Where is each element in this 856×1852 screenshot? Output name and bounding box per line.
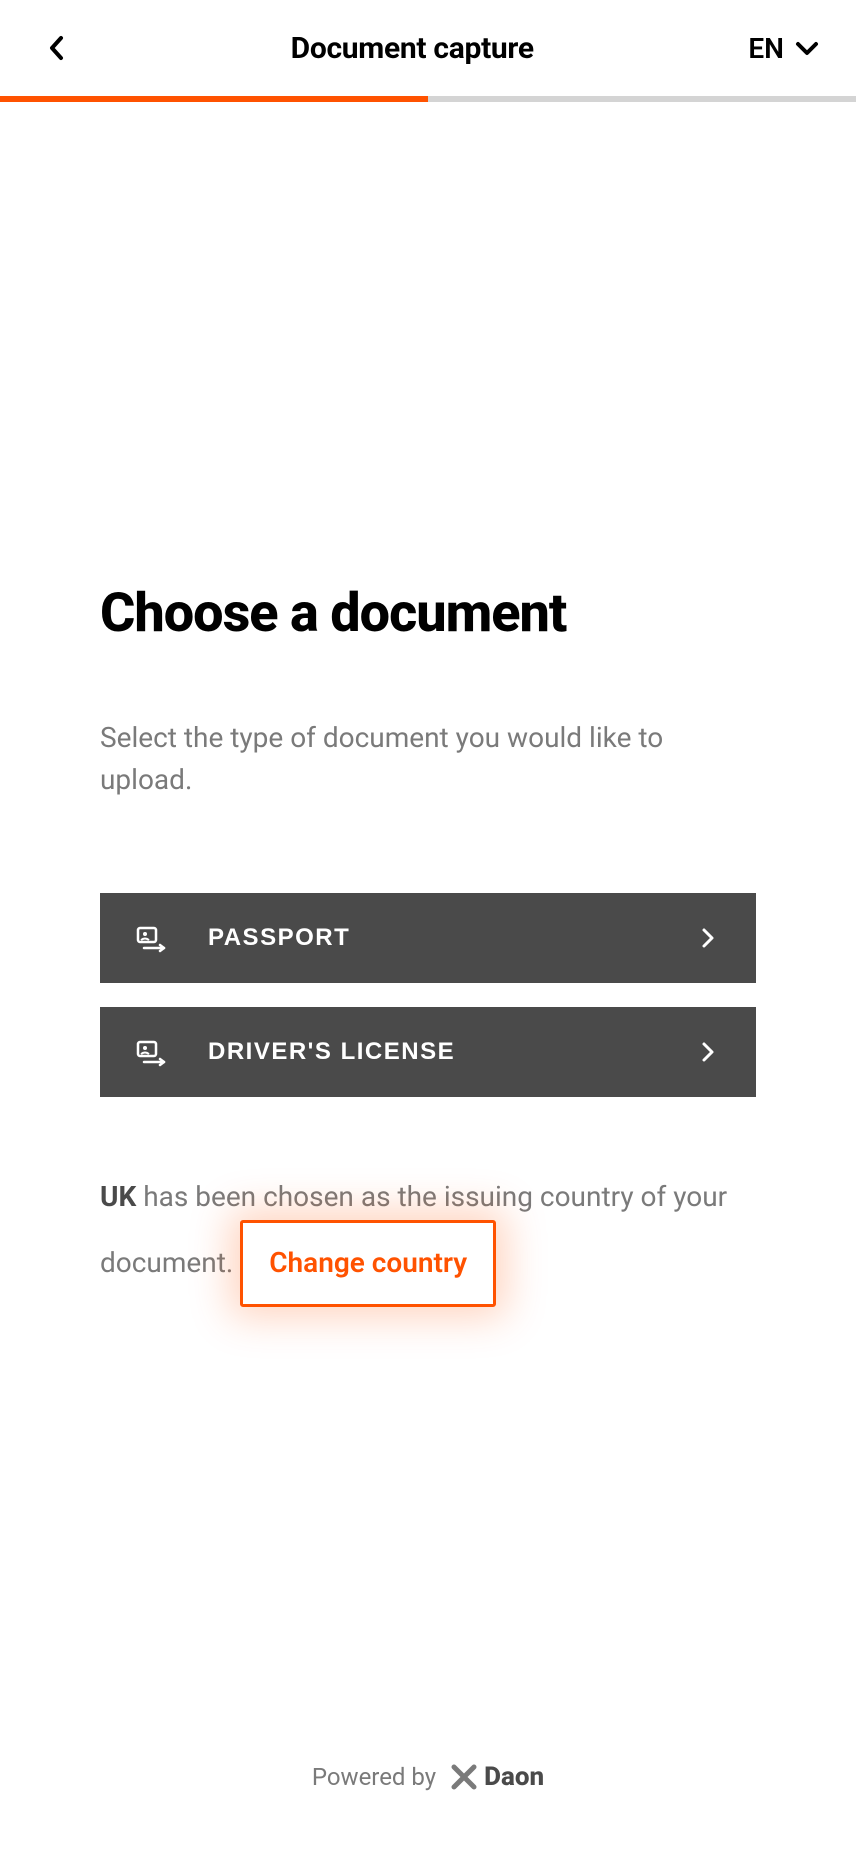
page-heading: Choose a document xyxy=(100,582,756,645)
country-code: UK xyxy=(100,1180,136,1213)
id-card-icon xyxy=(136,1036,168,1068)
chevron-down-icon xyxy=(794,40,820,56)
page-description: Select the type of document you would li… xyxy=(100,717,756,801)
chevron-right-icon xyxy=(696,1040,720,1064)
main-content: Choose a document Select the type of doc… xyxy=(0,102,856,1722)
header-title: Document capture xyxy=(291,31,534,66)
language-selector[interactable]: EN xyxy=(748,32,820,65)
back-button[interactable] xyxy=(36,28,76,68)
daon-x-icon xyxy=(450,1763,478,1791)
progress-bar xyxy=(0,96,856,102)
language-label: EN xyxy=(748,32,784,65)
brand-logo: Daon xyxy=(450,1762,544,1792)
country-info: UK has been chosen as the issuing countr… xyxy=(100,1175,756,1307)
drivers-license-button[interactable]: DRIVER'S LICENSE xyxy=(100,1007,756,1097)
change-country-link[interactable]: Change country xyxy=(240,1220,496,1307)
document-label: DRIVER'S LICENSE xyxy=(208,1038,696,1066)
chevron-left-icon xyxy=(47,34,65,62)
app-header: Document capture EN xyxy=(0,0,856,96)
brand-name: Daon xyxy=(484,1762,544,1792)
id-card-icon xyxy=(136,922,168,954)
document-label: PASSPORT xyxy=(208,924,696,952)
passport-button[interactable]: PASSPORT xyxy=(100,893,756,983)
progress-fill xyxy=(0,96,428,102)
chevron-right-icon xyxy=(696,926,720,950)
footer: Powered by Daon xyxy=(0,1722,856,1852)
powered-by-label: Powered by xyxy=(312,1763,436,1791)
